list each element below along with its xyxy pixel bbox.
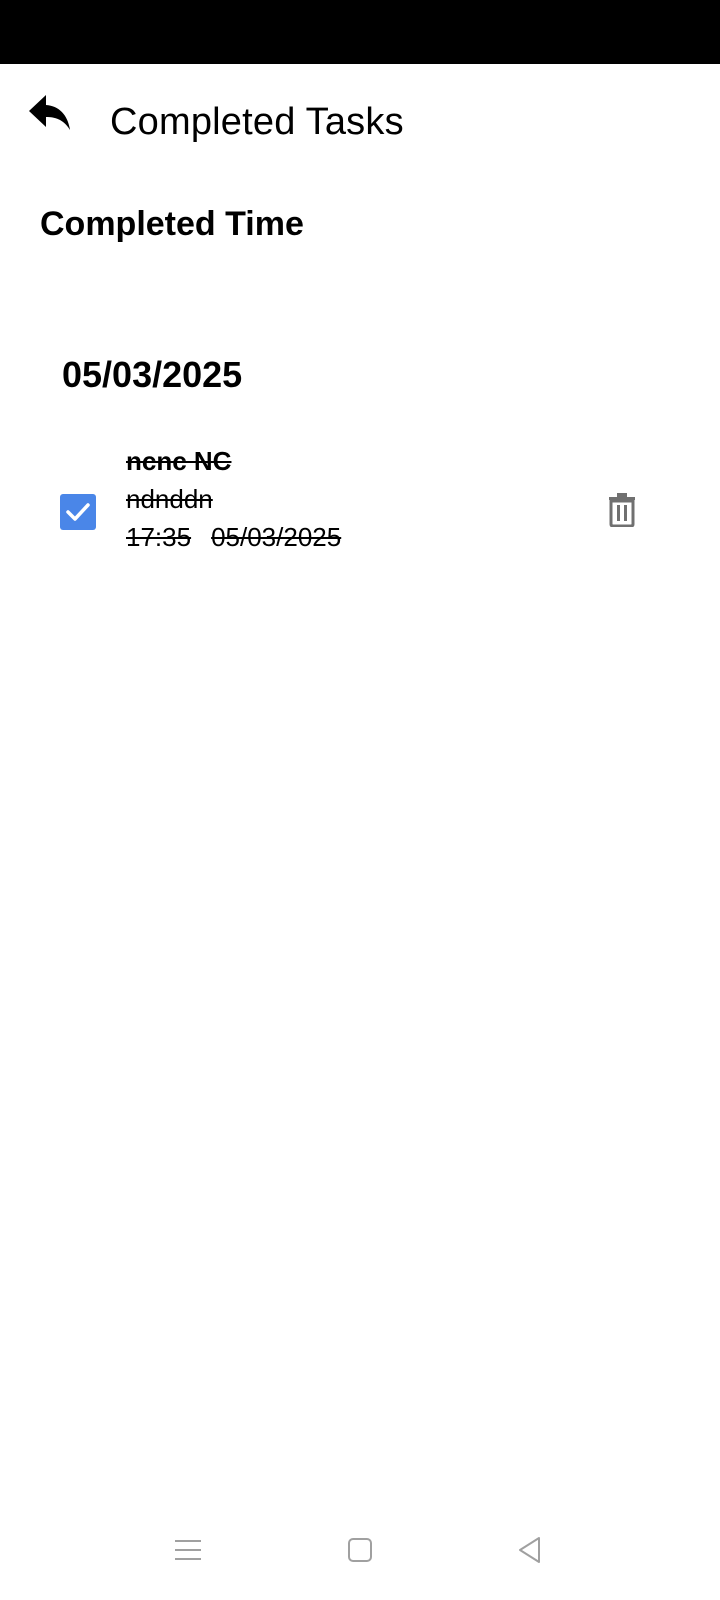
nav-back-button[interactable] [500,1520,560,1580]
task-text: ncnc NC ndnddn 17:35 05/03/2025 [126,442,586,556]
back-button[interactable] [22,88,78,138]
status-bar [0,0,720,64]
nav-menu-button[interactable] [158,1520,218,1580]
section-heading: Completed Time [40,205,304,243]
group-date-heading: 05/03/2025 [62,354,243,395]
app-bar: Completed Tasks [0,64,720,182]
task-description: ndnddn [126,484,213,514]
reply-arrow-icon [29,95,70,130]
task-meta: 17:35 05/03/2025 [126,518,586,556]
home-square-icon [348,1538,372,1562]
checkmark-icon [66,503,90,521]
menu-icon [175,1540,201,1560]
task-title: ncnc NC [126,446,232,476]
task-date: 05/03/2025 [211,522,342,552]
task-time: 17:35 [126,522,192,552]
page-title: Completed Tasks [110,101,404,143]
trash-icon [609,493,635,527]
task-item[interactable]: ncnc NC ndnddn 17:35 05/03/2025 [40,442,680,568]
delete-button[interactable] [600,480,644,540]
system-nav-bar [0,1510,720,1600]
back-triangle-icon [519,1537,540,1563]
nav-home-button[interactable] [330,1520,390,1580]
task-checkbox[interactable] [60,494,96,530]
